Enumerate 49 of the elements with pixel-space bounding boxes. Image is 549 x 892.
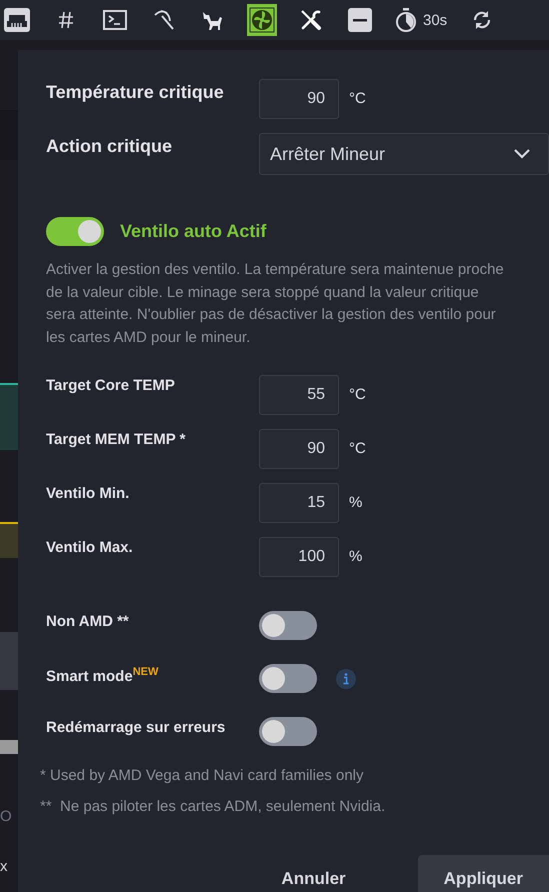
- chart-fragment: [0, 522, 18, 558]
- setting-label: Non AMD **: [46, 612, 130, 630]
- apply-button[interactable]: Appliquer: [418, 855, 549, 892]
- pickaxe-icon: [153, 9, 175, 31]
- close-text: x: [0, 858, 8, 875]
- setting-label: Ventilo Max.: [46, 538, 134, 556]
- minus-icon: [348, 8, 372, 32]
- footnote-text: * Used by AMD Vega and Navi card families only: [40, 766, 364, 786]
- unit-label: %: [349, 548, 362, 565]
- progress-bar-fragment: [0, 740, 18, 754]
- number-input[interactable]: 100: [259, 537, 339, 577]
- cancel-button[interactable]: Annuler: [255, 855, 372, 892]
- info-icon[interactable]: [336, 669, 356, 689]
- hash-icon: [58, 11, 74, 29]
- fan-icon: [249, 7, 275, 33]
- unit-label: °C: [349, 386, 366, 403]
- number-input[interactable]: 55: [259, 375, 339, 415]
- auto-fan-label: Ventilo auto Actif: [120, 221, 266, 242]
- tools-icon: [299, 8, 323, 32]
- setting-label: Smart mode$^{NEW}$: [46, 665, 160, 685]
- number-input[interactable]: 90: [259, 79, 339, 119]
- number-input[interactable]: 15: [259, 483, 339, 523]
- ethernet-port-icon: [4, 8, 30, 32]
- setting-label: Target Core TEMP: [46, 376, 176, 394]
- column-header: O: [0, 808, 13, 825]
- stopwatch-icon: [395, 8, 417, 32]
- toolbar-button[interactable]: [247, 4, 277, 36]
- timer-button[interactable]: 30s: [394, 4, 448, 36]
- number-input[interactable]: 90: [259, 429, 339, 469]
- toggle-switch[interactable]: [259, 717, 317, 746]
- field-label: Action critique: [46, 135, 174, 157]
- setting-label: Ventilo Min.: [46, 484, 130, 502]
- toggle-switch[interactable]: [259, 611, 317, 640]
- panel-fragment: [0, 632, 18, 690]
- action-dropdown[interactable]: Arrêter Mineur: [259, 133, 549, 175]
- description-text: Activer la gestion des ventilo. La température sera maintenue proche de la valeur cible. Le minage sera stoppé quand la valeur critique sera atteinte. N'oublier pas de désactiver la gestion des ventilo pour les cartes AMD pour le mineur.: [46, 260, 505, 348]
- setting-label: Target MEM TEMP *: [46, 430, 186, 448]
- toggle-switch[interactable]: [46, 217, 104, 246]
- setting-label: Redémarrage sur erreurs: [46, 718, 226, 736]
- robot-dog-icon: [202, 9, 224, 31]
- unit-label: %: [349, 494, 362, 511]
- toggle-switch[interactable]: [259, 664, 317, 693]
- unit-label: °C: [349, 440, 366, 457]
- chevron-down-icon: [514, 149, 530, 159]
- field-label: Température critique: [46, 81, 225, 103]
- terminal-icon: [103, 10, 127, 30]
- unit-label: °C: [349, 90, 366, 107]
- footnote-text: ** Ne pas piloter les cartes ADM, seulement Nvidia.: [40, 797, 386, 817]
- chart-fragment: [0, 383, 18, 450]
